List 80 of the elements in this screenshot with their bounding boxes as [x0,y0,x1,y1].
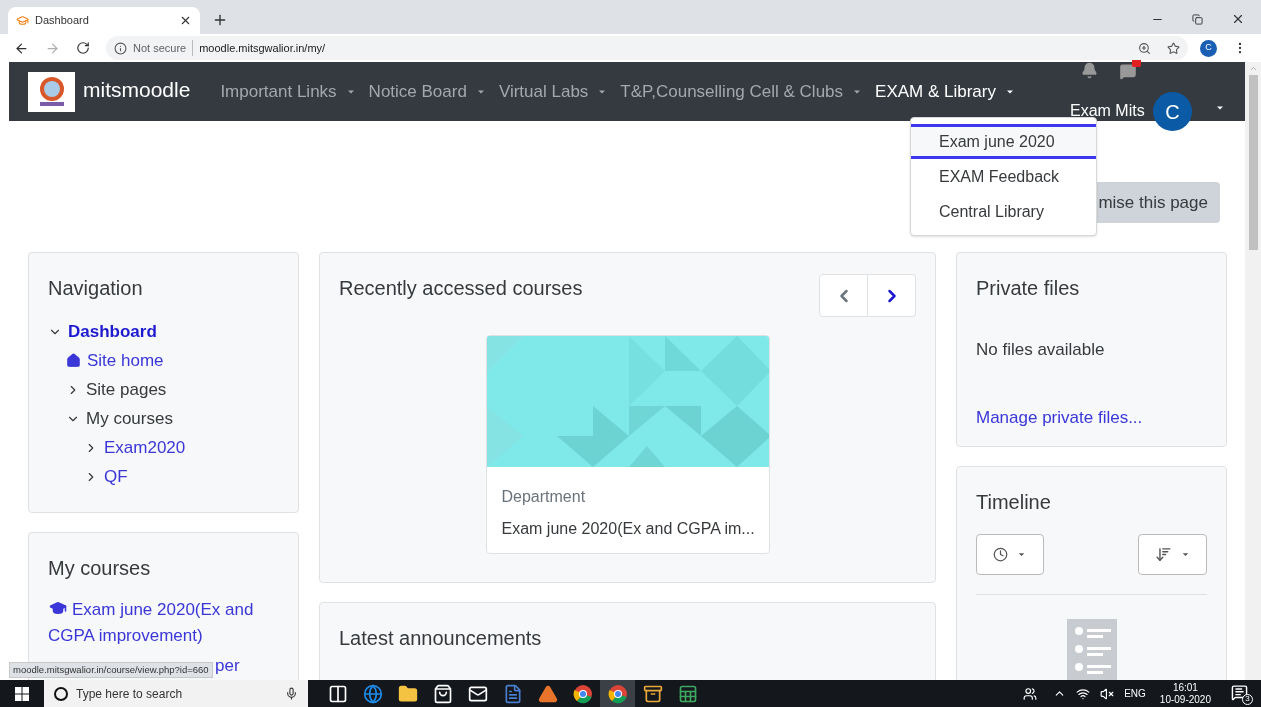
course-link[interactable]: per [215,653,240,679]
people-icon[interactable] [1023,686,1038,701]
next-button[interactable] [868,274,916,317]
empty-message: No files available [976,339,1106,361]
peak-icon[interactable] [537,683,558,704]
course-link[interactable]: Exam june 2020(Ex and CGPA improvement) [48,597,279,649]
tree-item[interactable]: My courses [86,405,173,432]
start-icon[interactable] [15,686,29,701]
close-window-icon[interactable] [1231,12,1245,26]
chrome-icon[interactable] [607,683,628,704]
messages-icon[interactable] [1119,60,1141,80]
clock-date: 10-09-2020 [1159,693,1211,706]
tree-item[interactable]: Exam2020 [104,434,186,461]
scrollbar[interactable] [1245,62,1261,680]
tree-item[interactable]: Site home [87,347,164,374]
tree-item[interactable]: Site pages [86,376,167,403]
back-icon[interactable] [14,40,29,56]
reload-icon[interactable] [76,41,90,55]
security-label: Not secure [133,39,194,57]
folder-icon[interactable] [397,683,418,704]
date-filter-button[interactable] [976,534,1044,575]
chrome-icon[interactable] [572,683,593,704]
tree-item[interactable]: QF [104,463,128,490]
nav-menu[interactable]: EXAM & Library [875,78,1016,105]
volume-muted-icon[interactable] [1100,686,1115,701]
nav-menu[interactable]: Notice Board [368,78,487,105]
sort-button[interactable] [1138,534,1207,575]
taskbar-app[interactable] [600,680,635,707]
nav-menu[interactable]: Important Links [220,78,357,105]
user-avatar[interactable]: C [1153,92,1192,131]
url-text: moodle.mitsgwalior.in/my/ [199,40,327,56]
course-card[interactable]: Department Exam june 2020(Ex and CGPA im... [485,335,770,554]
info-icon[interactable] [114,41,127,55]
card-title: Navigation [48,276,144,301]
manage-files-link[interactable]: Manage private files... [976,404,1207,430]
profile-avatar[interactable]: C [1200,39,1217,57]
clock-icon [993,547,1008,562]
notifications-icon[interactable] [1081,62,1098,79]
new-tab-icon[interactable] [212,12,228,28]
card-title: Latest announcements [339,626,543,651]
browser-icon[interactable] [362,683,383,704]
course-icon [48,599,68,617]
nav-menu[interactable]: Virtual Labs [498,78,609,105]
browser-tab[interactable]: Dashboard [8,7,200,34]
site-icon [16,14,29,27]
course-name[interactable]: Exam june 2020(Ex and CGPA im... [501,517,754,541]
tree-item[interactable]: Dashboard [68,318,157,345]
address-field[interactable]: Not secure moodle.mitsgwalior.in/my/ [106,36,1188,60]
action-center-icon[interactable] [1231,683,1248,701]
site-name[interactable]: mitsmoodle [83,73,191,106]
course-category: Department [501,487,587,507]
logo [28,71,75,112]
notification-count: 3 [1242,693,1253,705]
sort-icon [1154,546,1172,563]
search-placeholder: Type here to search [76,685,184,703]
microphone-icon[interactable] [285,687,298,700]
home-icon [66,353,81,368]
tab-title: Dashboard [35,13,90,29]
language-indicator[interactable]: ENG [1124,686,1146,701]
network-icon[interactable] [1076,686,1091,701]
clock-time: 16:01 [1172,681,1198,694]
zoom-icon[interactable] [1138,41,1151,55]
scrollbar-thumb[interactable] [1248,75,1258,250]
card-title: Recently accessed courses [339,276,583,301]
nav-menu[interactable]: T&P,Counselling Cell & Clubs [620,78,864,105]
card-title: Timeline [976,490,1052,515]
archive-icon[interactable] [642,683,663,704]
search-icon [54,686,68,701]
card-title: My courses [48,556,152,581]
restore-icon[interactable] [1192,13,1203,25]
status-url-bubble: moodle.mitsgwalior.in/course/view.php?id=660 [9,662,213,678]
close-tab-icon[interactable] [179,14,192,27]
spreadsheet-icon[interactable] [677,683,698,704]
taskbar-search-field[interactable]: Type here to search [44,680,308,707]
user-name[interactable]: Exam Mits [1070,103,1145,119]
bookmark-icon[interactable] [1167,41,1180,55]
task-view-icon[interactable] [327,683,348,704]
dropdown-item[interactable]: Exam june 2020 [911,124,1096,159]
card-title: Private files [976,276,1081,301]
store-icon[interactable] [432,683,453,704]
